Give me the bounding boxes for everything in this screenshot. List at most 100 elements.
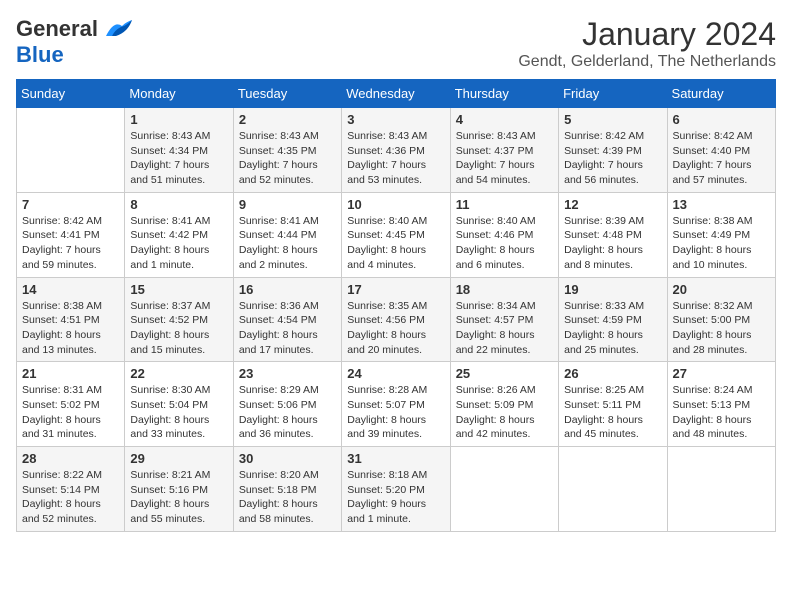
day-number: 25	[456, 366, 553, 381]
calendar-cell: 23 Sunrise: 8:29 AM Sunset: 5:06 PM Dayli…	[233, 362, 341, 447]
day-number: 7	[22, 197, 119, 212]
logo-text-general: General	[16, 16, 98, 42]
calendar-cell: 19 Sunrise: 8:33 AM Sunset: 4:59 PM Dayli…	[559, 277, 667, 362]
cell-content: Sunrise: 8:21 AM Sunset: 5:16 PM Dayligh…	[130, 468, 227, 527]
calendar-week-row: 14 Sunrise: 8:38 AM Sunset: 4:51 PM Dayli…	[17, 277, 776, 362]
calendar-header-row: SundayMondayTuesdayWednesdayThursdayFrid…	[17, 80, 776, 108]
day-number: 27	[673, 366, 770, 381]
day-number: 22	[130, 366, 227, 381]
cell-content: Sunrise: 8:43 AM Sunset: 4:35 PM Dayligh…	[239, 129, 336, 188]
logo: General Blue	[16, 16, 134, 68]
cell-content: Sunrise: 8:40 AM Sunset: 4:46 PM Dayligh…	[456, 214, 553, 273]
cell-content: Sunrise: 8:42 AM Sunset: 4:41 PM Dayligh…	[22, 214, 119, 273]
calendar-cell	[559, 447, 667, 532]
cell-content: Sunrise: 8:20 AM Sunset: 5:18 PM Dayligh…	[239, 468, 336, 527]
cell-content: Sunrise: 8:30 AM Sunset: 5:04 PM Dayligh…	[130, 383, 227, 442]
weekday-header: Sunday	[17, 80, 125, 108]
calendar-cell: 11 Sunrise: 8:40 AM Sunset: 4:46 PM Dayli…	[450, 192, 558, 277]
calendar-cell: 3Sunrise: 8:43 AM Sunset: 4:36 PM Daylig…	[342, 108, 450, 193]
day-number: 29	[130, 451, 227, 466]
calendar-cell: 2 Sunrise: 8:43 AM Sunset: 4:35 PM Daylig…	[233, 108, 341, 193]
cell-content: Sunrise: 8:28 AM Sunset: 5:07 PM Dayligh…	[347, 383, 444, 442]
cell-content: Sunrise: 8:38 AM Sunset: 4:49 PM Dayligh…	[673, 214, 770, 273]
day-number: 19	[564, 282, 661, 297]
cell-content: Sunrise: 8:31 AM Sunset: 5:02 PM Dayligh…	[22, 383, 119, 442]
day-number: 2	[239, 112, 336, 127]
day-number: 21	[22, 366, 119, 381]
calendar-cell: 29 Sunrise: 8:21 AM Sunset: 5:16 PM Dayli…	[125, 447, 233, 532]
calendar-cell: 9Sunrise: 8:41 AM Sunset: 4:44 PM Daylig…	[233, 192, 341, 277]
day-number: 20	[673, 282, 770, 297]
page-subtitle: Gendt, Gelderland, The Netherlands	[518, 53, 776, 71]
cell-content: Sunrise: 8:38 AM Sunset: 4:51 PM Dayligh…	[22, 299, 119, 358]
page-title: January 2024	[518, 16, 776, 53]
day-number: 5	[564, 112, 661, 127]
calendar-cell: 1 Sunrise: 8:43 AM Sunset: 4:34 PM Daylig…	[125, 108, 233, 193]
calendar-cell: 17Sunrise: 8:35 AM Sunset: 4:56 PM Dayli…	[342, 277, 450, 362]
calendar-cell: 15Sunrise: 8:37 AM Sunset: 4:52 PM Dayli…	[125, 277, 233, 362]
calendar-cell: 8Sunrise: 8:41 AM Sunset: 4:42 PM Daylig…	[125, 192, 233, 277]
logo-text-blue: Blue	[16, 42, 64, 67]
calendar-cell: 26Sunrise: 8:25 AM Sunset: 5:11 PM Dayli…	[559, 362, 667, 447]
day-number: 18	[456, 282, 553, 297]
calendar-cell: 6 Sunrise: 8:42 AM Sunset: 4:40 PM Daylig…	[667, 108, 775, 193]
cell-content: Sunrise: 8:33 AM Sunset: 4:59 PM Dayligh…	[564, 299, 661, 358]
calendar-cell: 12Sunrise: 8:39 AM Sunset: 4:48 PM Dayli…	[559, 192, 667, 277]
calendar-cell: 31 Sunrise: 8:18 AM Sunset: 5:20 PM Dayli…	[342, 447, 450, 532]
weekday-header: Thursday	[450, 80, 558, 108]
calendar-cell: 5Sunrise: 8:42 AM Sunset: 4:39 PM Daylig…	[559, 108, 667, 193]
cell-content: Sunrise: 8:24 AM Sunset: 5:13 PM Dayligh…	[673, 383, 770, 442]
day-number: 10	[347, 197, 444, 212]
calendar-cell	[450, 447, 558, 532]
cell-content: Sunrise: 8:42 AM Sunset: 4:40 PM Dayligh…	[673, 129, 770, 188]
cell-content: Sunrise: 8:32 AM Sunset: 5:00 PM Dayligh…	[673, 299, 770, 358]
day-number: 23	[239, 366, 336, 381]
calendar-week-row: 28 Sunrise: 8:22 AM Sunset: 5:14 PM Dayli…	[17, 447, 776, 532]
calendar-cell: 25Sunrise: 8:26 AM Sunset: 5:09 PM Dayli…	[450, 362, 558, 447]
day-number: 1	[130, 112, 227, 127]
calendar-cell: 27 Sunrise: 8:24 AM Sunset: 5:13 PM Dayli…	[667, 362, 775, 447]
calendar-cell: 18 Sunrise: 8:34 AM Sunset: 4:57 PM Dayli…	[450, 277, 558, 362]
calendar-cell: 24 Sunrise: 8:28 AM Sunset: 5:07 PM Dayli…	[342, 362, 450, 447]
page-header: General Blue January 2024 Gendt, Gelderl…	[16, 16, 776, 71]
day-number: 4	[456, 112, 553, 127]
calendar-cell	[17, 108, 125, 193]
title-block: January 2024 Gendt, Gelderland, The Neth…	[518, 16, 776, 71]
calendar-cell: 30Sunrise: 8:20 AM Sunset: 5:18 PM Dayli…	[233, 447, 341, 532]
calendar-table: SundayMondayTuesdayWednesdayThursdayFrid…	[16, 79, 776, 532]
day-number: 16	[239, 282, 336, 297]
logo-bird-icon	[102, 18, 134, 40]
cell-content: Sunrise: 8:43 AM Sunset: 4:37 PM Dayligh…	[456, 129, 553, 188]
day-number: 12	[564, 197, 661, 212]
day-number: 15	[130, 282, 227, 297]
calendar-cell: 14 Sunrise: 8:38 AM Sunset: 4:51 PM Dayli…	[17, 277, 125, 362]
calendar-cell: 7 Sunrise: 8:42 AM Sunset: 4:41 PM Daylig…	[17, 192, 125, 277]
weekday-header: Monday	[125, 80, 233, 108]
day-number: 24	[347, 366, 444, 381]
calendar-cell: 10Sunrise: 8:40 AM Sunset: 4:45 PM Dayli…	[342, 192, 450, 277]
day-number: 14	[22, 282, 119, 297]
day-number: 31	[347, 451, 444, 466]
calendar-week-row: 1 Sunrise: 8:43 AM Sunset: 4:34 PM Daylig…	[17, 108, 776, 193]
day-number: 11	[456, 197, 553, 212]
weekday-header: Wednesday	[342, 80, 450, 108]
calendar-cell: 20 Sunrise: 8:32 AM Sunset: 5:00 PM Dayli…	[667, 277, 775, 362]
cell-content: Sunrise: 8:36 AM Sunset: 4:54 PM Dayligh…	[239, 299, 336, 358]
weekday-header: Saturday	[667, 80, 775, 108]
day-number: 6	[673, 112, 770, 127]
cell-content: Sunrise: 8:34 AM Sunset: 4:57 PM Dayligh…	[456, 299, 553, 358]
day-number: 3	[347, 112, 444, 127]
calendar-cell: 4 Sunrise: 8:43 AM Sunset: 4:37 PM Daylig…	[450, 108, 558, 193]
day-number: 26	[564, 366, 661, 381]
calendar-cell: 13 Sunrise: 8:38 AM Sunset: 4:49 PM Dayli…	[667, 192, 775, 277]
weekday-header: Tuesday	[233, 80, 341, 108]
day-number: 28	[22, 451, 119, 466]
day-number: 17	[347, 282, 444, 297]
calendar-cell: 16 Sunrise: 8:36 AM Sunset: 4:54 PM Dayli…	[233, 277, 341, 362]
day-number: 13	[673, 197, 770, 212]
cell-content: Sunrise: 8:22 AM Sunset: 5:14 PM Dayligh…	[22, 468, 119, 527]
cell-content: Sunrise: 8:29 AM Sunset: 5:06 PM Dayligh…	[239, 383, 336, 442]
cell-content: Sunrise: 8:43 AM Sunset: 4:34 PM Dayligh…	[130, 129, 227, 188]
weekday-header: Friday	[559, 80, 667, 108]
cell-content: Sunrise: 8:18 AM Sunset: 5:20 PM Dayligh…	[347, 468, 444, 527]
